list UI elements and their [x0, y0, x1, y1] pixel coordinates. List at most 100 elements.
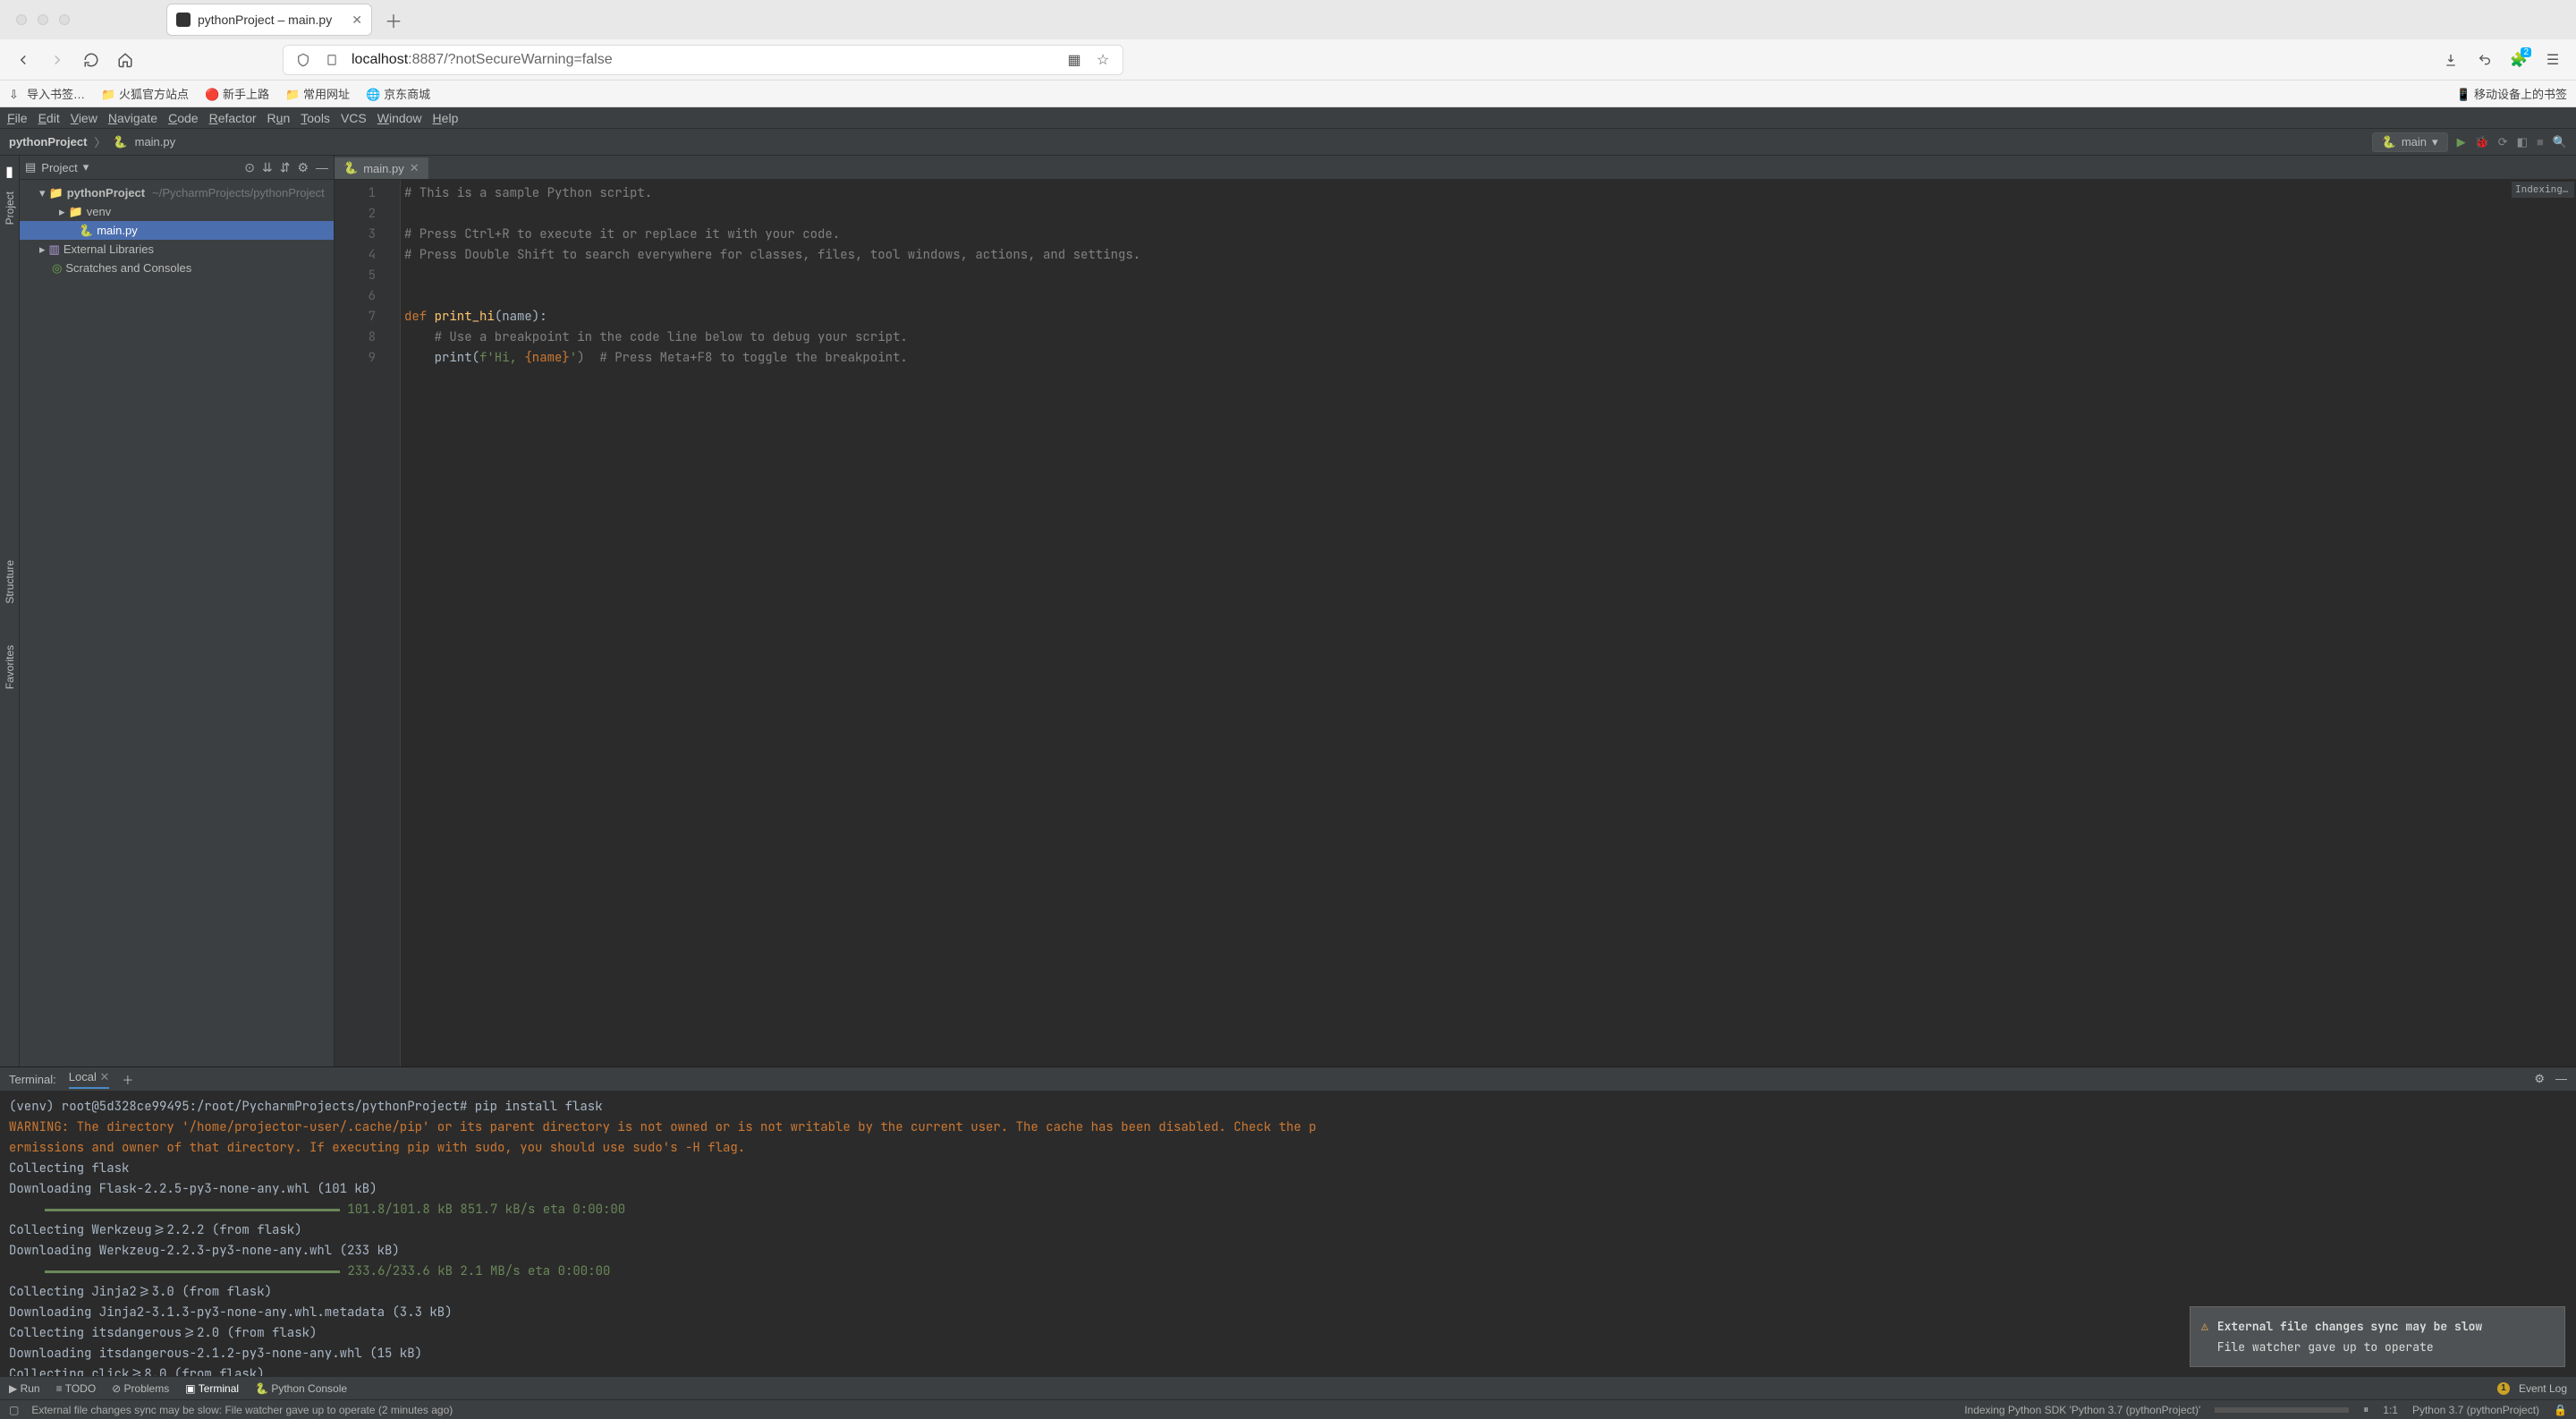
terminal-line: Downloading Flask-2.2.5-py3-none-any.whl…: [9, 1179, 2567, 1200]
terminal-line: 233.6/233.6 kB 2.1 MB/s eta 0:00:00: [9, 1262, 2567, 1282]
tree-root[interactable]: ▾ 📁 pythonProject ~/PycharmProjects/pyth…: [20, 183, 334, 202]
browser-nav-bar: localhost:8887/?notSecureWarning=false ▦…: [0, 39, 2576, 81]
home-icon[interactable]: [116, 51, 134, 69]
status-bar: ▢ External file changes sync may be slow…: [0, 1399, 2576, 1419]
ide-menu-bar: File Edit View Navigate Code Refactor Ru…: [0, 107, 2576, 129]
reload-icon[interactable]: [82, 51, 100, 69]
menu-refactor[interactable]: Refactor: [209, 111, 257, 125]
menu-vcs[interactable]: VCS: [341, 111, 367, 125]
cursor-position[interactable]: 1:1: [2383, 1404, 2398, 1416]
extension-icon[interactable]: 🧩2: [2510, 51, 2528, 69]
project-tool-label[interactable]: Project: [4, 191, 16, 225]
menu-tools[interactable]: Tools: [301, 111, 330, 125]
tool-python-console[interactable]: 🐍 Python Console: [255, 1382, 347, 1395]
close-window-button[interactable]: [16, 14, 27, 25]
breadcrumb-row: pythonProject 〉 🐍 main.py 🐍 main ▾ ▶ 🐞 ⟳…: [0, 129, 2576, 156]
gear-icon[interactable]: ⚙: [297, 160, 309, 175]
tool-run[interactable]: ▶ Run: [9, 1382, 40, 1395]
background-tasks-icon[interactable]: ⏸: [2363, 1403, 2368, 1416]
undo-icon[interactable]: [2476, 51, 2494, 69]
libraries-icon: ▥: [49, 242, 60, 257]
collapse-icon[interactable]: ⇊: [262, 160, 273, 175]
code-editor[interactable]: 123 456 789 # This is a sample Python sc…: [335, 180, 2576, 1066]
code-content[interactable]: # This is a sample Python script. # Pres…: [401, 180, 2576, 1066]
menu-code[interactable]: Code: [168, 111, 198, 125]
terminal-panel: Terminal: Local ✕ ＋ ⚙ — (venv) root@5d32…: [0, 1066, 2576, 1376]
bookmark-import[interactable]: ⇩导入书签…: [9, 85, 85, 102]
favorites-tool-button[interactable]: Favorites: [4, 645, 16, 689]
tool-event-log[interactable]: Event Log: [2519, 1382, 2567, 1395]
new-terminal-tab[interactable]: ＋: [122, 1071, 133, 1088]
qr-icon[interactable]: ▦: [1065, 51, 1083, 69]
tree-main-file[interactable]: 🐍 main.py: [20, 221, 334, 240]
expand-icon[interactable]: ⇵: [280, 160, 291, 175]
menu-file[interactable]: File: [7, 111, 28, 125]
bookmark-star-icon[interactable]: ☆: [1094, 51, 1112, 69]
tree-venv[interactable]: ▸ 📁 venv: [20, 202, 334, 221]
terminal-title: Terminal:: [9, 1073, 56, 1086]
hamburger-icon[interactable]: ☰: [2544, 51, 2562, 69]
editor-tab-main[interactable]: 🐍 main.py ✕: [335, 157, 428, 179]
status-toggle-icon[interactable]: ▢: [9, 1404, 19, 1416]
shield-icon[interactable]: [294, 51, 312, 69]
tool-terminal[interactable]: ▣ Terminal: [185, 1382, 239, 1395]
tool-problems[interactable]: ⊘ Problems: [112, 1382, 169, 1395]
menu-help[interactable]: Help: [433, 111, 459, 125]
chevron-down-icon[interactable]: ▾: [83, 160, 89, 174]
python-file-icon: 🐍: [79, 224, 93, 238]
lock-icon[interactable]: 🔒: [2554, 1404, 2567, 1416]
indexing-progress: [2215, 1407, 2349, 1413]
notification-popup[interactable]: ⚠ External file changes sync may be slow…: [2190, 1306, 2565, 1367]
scratches-icon: ◎: [52, 261, 62, 276]
tree-external[interactable]: ▸ ▥ External Libraries: [20, 240, 334, 259]
project-tool-button[interactable]: ▮: [5, 163, 13, 181]
download-icon[interactable]: [2442, 51, 2460, 69]
run-button[interactable]: ▶: [2457, 135, 2466, 149]
bookmark-common[interactable]: 📁常用网址: [285, 85, 350, 102]
project-panel-title[interactable]: Project: [41, 161, 77, 174]
tree-scratches[interactable]: ◎ Scratches and Consoles: [20, 259, 334, 277]
menu-run[interactable]: Run: [267, 111, 291, 125]
address-bar[interactable]: localhost:8887/?notSecureWarning=false ▦…: [283, 45, 1123, 75]
page-icon: [323, 51, 341, 69]
stop-button[interactable]: ■: [2537, 135, 2544, 149]
folder-icon: 📁: [69, 205, 83, 219]
hide-icon[interactable]: —: [2555, 1072, 2567, 1086]
locate-icon[interactable]: ⊙: [244, 160, 255, 175]
new-tab-button[interactable]: ＋: [385, 7, 402, 33]
notification-body: File watcher gave up to operate: [2217, 1337, 2482, 1357]
terminal-line: Collecting Werkzeug>=2.2.2 (from flask): [9, 1220, 2567, 1241]
coverage-button[interactable]: ⟳: [2498, 135, 2508, 149]
bookmark-getting-started[interactable]: 🔴新手上路: [205, 85, 269, 102]
tree-external-label: External Libraries: [64, 242, 154, 256]
run-config-selector[interactable]: 🐍 main ▾: [2372, 132, 2448, 152]
breadcrumb-file[interactable]: main.py: [135, 135, 176, 149]
forward-icon[interactable]: [48, 51, 66, 69]
maximize-window-button[interactable]: [59, 14, 70, 25]
terminal-tab-local[interactable]: Local ✕: [69, 1070, 110, 1089]
editor-tabs: 🐍 main.py ✕: [335, 156, 2576, 180]
tool-todo[interactable]: ≡ TODO: [56, 1382, 97, 1395]
debug-button[interactable]: 🐞: [2475, 135, 2489, 149]
profile-button[interactable]: ◧: [2517, 135, 2528, 149]
bookmark-mobile[interactable]: 📱移动设备上的书签: [2456, 85, 2567, 102]
back-icon[interactable]: [14, 51, 32, 69]
fold-column[interactable]: [388, 180, 401, 1066]
minimize-window-button[interactable]: [38, 14, 48, 25]
menu-window[interactable]: Window: [377, 111, 422, 125]
bookmark-firefox[interactable]: 📁火狐官方站点: [101, 85, 189, 102]
terminal-output[interactable]: (venv) root@5d328ce99495:/root/PycharmPr…: [0, 1092, 2576, 1376]
menu-navigate[interactable]: Navigate: [108, 111, 157, 125]
browser-tab[interactable]: pythonProject – main.py ✕: [166, 4, 372, 36]
hide-icon[interactable]: —: [316, 160, 328, 175]
bookmark-jd[interactable]: 🌐京东商城: [366, 85, 430, 102]
menu-edit[interactable]: Edit: [38, 111, 60, 125]
gear-icon[interactable]: ⚙: [2534, 1072, 2545, 1086]
close-tab-icon[interactable]: ✕: [352, 13, 362, 28]
sdk-label[interactable]: Python 3.7 (pythonProject): [2412, 1404, 2539, 1416]
structure-tool-button[interactable]: Structure: [4, 560, 16, 604]
close-tab-icon[interactable]: ✕: [410, 161, 419, 175]
menu-view[interactable]: View: [71, 111, 97, 125]
breadcrumb-project[interactable]: pythonProject: [9, 135, 87, 149]
search-everywhere-icon[interactable]: 🔍: [2553, 135, 2567, 149]
